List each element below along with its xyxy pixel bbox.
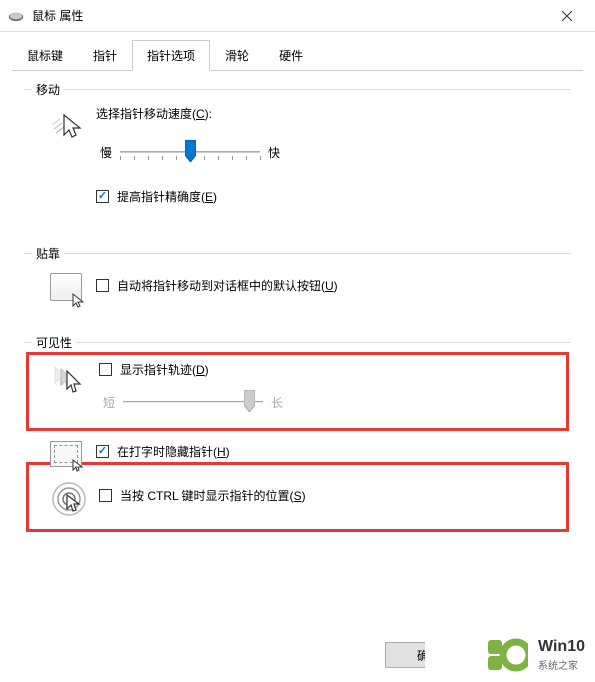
cursor-speed-icon [50,109,82,141]
speed-label: 选择指针移动速度(C): [96,105,559,122]
tab-hardware[interactable]: 硬件 [264,40,318,71]
tab-buttons[interactable]: 鼠标键 [12,40,78,71]
speed-slider[interactable] [120,140,260,164]
fast-label: 快 [260,144,284,161]
visibility-group: 可见性 显示指针轨迹(D) [24,342,571,546]
watermark-sub: 系统之家 [538,657,585,672]
locate-icon [51,481,87,517]
snap-label: 贴靠 [32,245,64,262]
hide-typing-checkbox[interactable] [96,445,109,458]
watermark: Win10 系统之家 [476,630,595,682]
trail-icon [53,365,85,397]
watermark-logo-icon [486,636,528,674]
long-label: 长 [263,394,287,411]
snap-checkbox[interactable] [96,279,109,292]
trail-slider [123,390,263,414]
snap-group: 贴靠 自动将指针移动到对话框中的默认按钮(U) [24,253,571,322]
short-label: 短 [99,394,123,411]
visibility-label: 可见性 [32,334,76,351]
snap-icon [50,273,82,301]
tabs: 鼠标键 指针 指针选项 滑轮 硬件 [0,32,595,71]
locate-label: 当按 CTRL 键时显示指针的位置(S) [120,487,306,504]
window-title: 鼠标 属性 [32,7,547,24]
precision-checkbox[interactable] [96,190,109,203]
slow-label: 慢 [96,144,120,161]
locate-checkbox[interactable] [99,489,112,502]
close-button[interactable] [547,2,587,30]
movement-label: 移动 [32,81,64,98]
tab-wheel[interactable]: 滑轮 [210,40,264,71]
precision-label: 提高指针精确度(E) [117,188,217,205]
hide-typing-label: 在打字时隐藏指针(H) [117,443,230,460]
titlebar: 鼠标 属性 [0,0,595,32]
mouse-icon [8,11,24,21]
trail-checkbox[interactable] [99,363,112,376]
tab-pointer-options[interactable]: 指针选项 [132,40,210,71]
snap-checkbox-label: 自动将指针移动到对话框中的默认按钮(U) [117,277,338,294]
watermark-brand: Win10 [538,639,585,655]
tab-pointers[interactable]: 指针 [78,40,132,71]
trail-label: 显示指针轨迹(D) [120,361,209,378]
tab-panel: 移动 选择指针移动速度(C): 慢 [0,71,595,584]
movement-group: 移动 选择指针移动速度(C): 慢 [24,89,571,233]
hide-typing-icon [50,441,82,467]
